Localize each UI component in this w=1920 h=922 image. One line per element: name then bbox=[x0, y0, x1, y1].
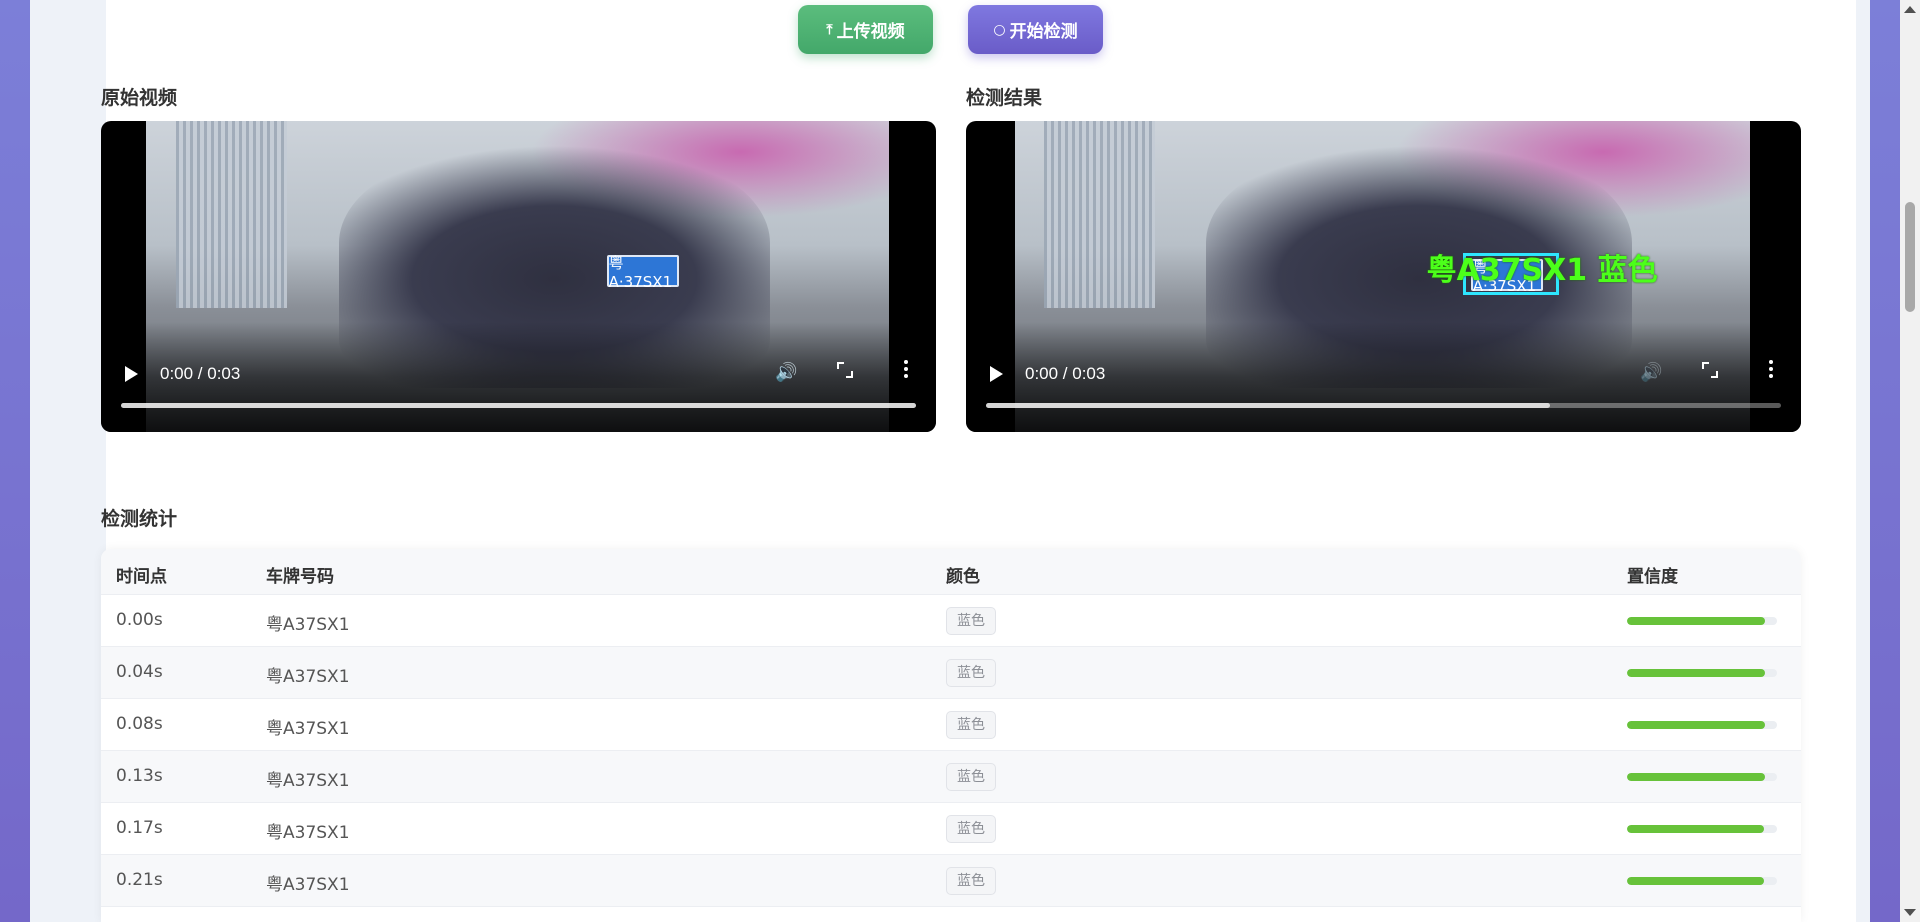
original-video-title: 原始视频 bbox=[101, 87, 178, 109]
confidence-fill bbox=[1627, 825, 1764, 833]
cell-time: 0.00s bbox=[116, 610, 163, 630]
scrollbar-thumb[interactable] bbox=[1905, 202, 1915, 312]
fullscreen-icon[interactable] bbox=[837, 362, 853, 378]
table-row: 0.04s 粤A37SX1 蓝色 bbox=[101, 647, 1801, 699]
cell-plate: 粤A37SX1 bbox=[266, 615, 350, 635]
confidence-bar bbox=[1627, 617, 1777, 625]
upload-button-label: 上传视频 bbox=[836, 22, 905, 42]
progress-buffer bbox=[986, 403, 1551, 408]
volume-icon[interactable]: 🔊 bbox=[775, 362, 797, 383]
color-tag: 蓝色 bbox=[946, 607, 996, 635]
cell-plate: 粤A37SX1 bbox=[266, 875, 350, 895]
color-tag: 蓝色 bbox=[946, 867, 996, 895]
license-plate: 粤A·37SX1 bbox=[606, 254, 679, 291]
play-icon[interactable] bbox=[125, 366, 138, 382]
time-display: 0:00 / 0:03 bbox=[160, 364, 241, 383]
color-tag: 蓝色 bbox=[946, 815, 996, 843]
fullscreen-icon[interactable] bbox=[1702, 362, 1718, 378]
confidence-fill bbox=[1627, 721, 1765, 729]
search-icon: ○ bbox=[993, 21, 1006, 38]
tower-image bbox=[1044, 121, 1155, 308]
cell-time: 0.13s bbox=[116, 766, 163, 786]
color-tag: 蓝色 bbox=[946, 659, 996, 687]
detect-button-label: 开始检测 bbox=[1009, 22, 1078, 42]
cell-plate: 粤A37SX1 bbox=[266, 823, 350, 843]
table-body: 0.00s 粤A37SX1 蓝色 0.04s 粤A37SX1 蓝色 0.08s 粤A37SX1… bbox=[101, 595, 1801, 907]
cell-plate: 粤A37SX1 bbox=[266, 667, 350, 687]
detection-label: 粤A37SX1 蓝色 bbox=[1426, 253, 1658, 288]
confidence-bar bbox=[1627, 669, 1777, 677]
cell-time: 0.08s bbox=[116, 714, 163, 734]
original-video-player[interactable]: 粤A·37SX1 0:00 / 0:03 🔊 bbox=[101, 121, 936, 432]
time-display: 0:00 / 0:03 bbox=[1025, 364, 1106, 383]
progress-buffer bbox=[121, 403, 916, 408]
table-row: 0.13s 粤A37SX1 蓝色 bbox=[101, 751, 1801, 803]
video-controls: 0:00 / 0:03 🔊 bbox=[966, 322, 1801, 432]
confidence-bar bbox=[1627, 825, 1777, 833]
table-row: 0.08s 粤A37SX1 蓝色 bbox=[101, 699, 1801, 751]
progress-track[interactable] bbox=[986, 403, 1781, 408]
confidence-bar bbox=[1627, 773, 1777, 781]
confidence-fill bbox=[1627, 617, 1765, 625]
more-options-icon[interactable] bbox=[904, 360, 908, 381]
confidence-fill bbox=[1627, 877, 1764, 885]
color-tag: 蓝色 bbox=[946, 763, 996, 791]
color-tag: 蓝色 bbox=[946, 711, 996, 739]
tower-image bbox=[175, 121, 288, 308]
cell-plate: 粤A37SX1 bbox=[266, 719, 350, 739]
start-detection-button[interactable]: ○ 开始检测 bbox=[968, 5, 1103, 54]
cell-time: 0.21s bbox=[116, 870, 163, 890]
progress-track[interactable] bbox=[121, 403, 916, 408]
stats-title: 检测统计 bbox=[101, 508, 178, 530]
upload-video-button[interactable]: ⤒ 上传视频 bbox=[798, 5, 933, 54]
table-header: 时间点 车牌号码 颜色 置信度 bbox=[101, 549, 1801, 595]
confidence-bar bbox=[1627, 877, 1777, 885]
scroll-down-icon[interactable] bbox=[1904, 909, 1916, 916]
header-color: 颜色 bbox=[946, 567, 980, 587]
more-options-icon[interactable] bbox=[1769, 360, 1773, 381]
cell-plate: 粤A37SX1 bbox=[266, 771, 350, 791]
header-plate: 车牌号码 bbox=[266, 567, 334, 587]
cell-time: 0.04s bbox=[116, 662, 163, 682]
header-confidence: 置信度 bbox=[1627, 567, 1678, 587]
scroll-up-icon[interactable] bbox=[1904, 6, 1916, 13]
result-video-title: 检测结果 bbox=[966, 87, 1043, 109]
detection-stats-table: 时间点 车牌号码 颜色 置信度 0.00s 粤A37SX1 蓝色 0.04s 粤A37S… bbox=[101, 549, 1801, 922]
confidence-fill bbox=[1627, 773, 1765, 781]
upload-icon: ⤒ bbox=[826, 21, 833, 38]
confidence-fill bbox=[1627, 669, 1765, 677]
volume-icon[interactable]: 🔊 bbox=[1640, 362, 1662, 383]
cell-time: 0.17s bbox=[116, 818, 163, 838]
table-row: 0.17s 粤A37SX1 蓝色 bbox=[101, 803, 1801, 855]
play-icon[interactable] bbox=[990, 366, 1003, 382]
table-row: 0.00s 粤A37SX1 蓝色 bbox=[101, 595, 1801, 647]
video-controls: 0:00 / 0:03 🔊 bbox=[101, 322, 936, 432]
page-scrollbar[interactable] bbox=[1900, 0, 1920, 922]
table-row: 0.21s 粤A37SX1 蓝色 bbox=[101, 855, 1801, 907]
confidence-bar bbox=[1627, 721, 1777, 729]
result-video-player[interactable]: 粤A·37SX1 粤A37SX1 蓝色 0:00 / 0:03 🔊 bbox=[966, 121, 1801, 432]
header-time: 时间点 bbox=[116, 567, 167, 587]
